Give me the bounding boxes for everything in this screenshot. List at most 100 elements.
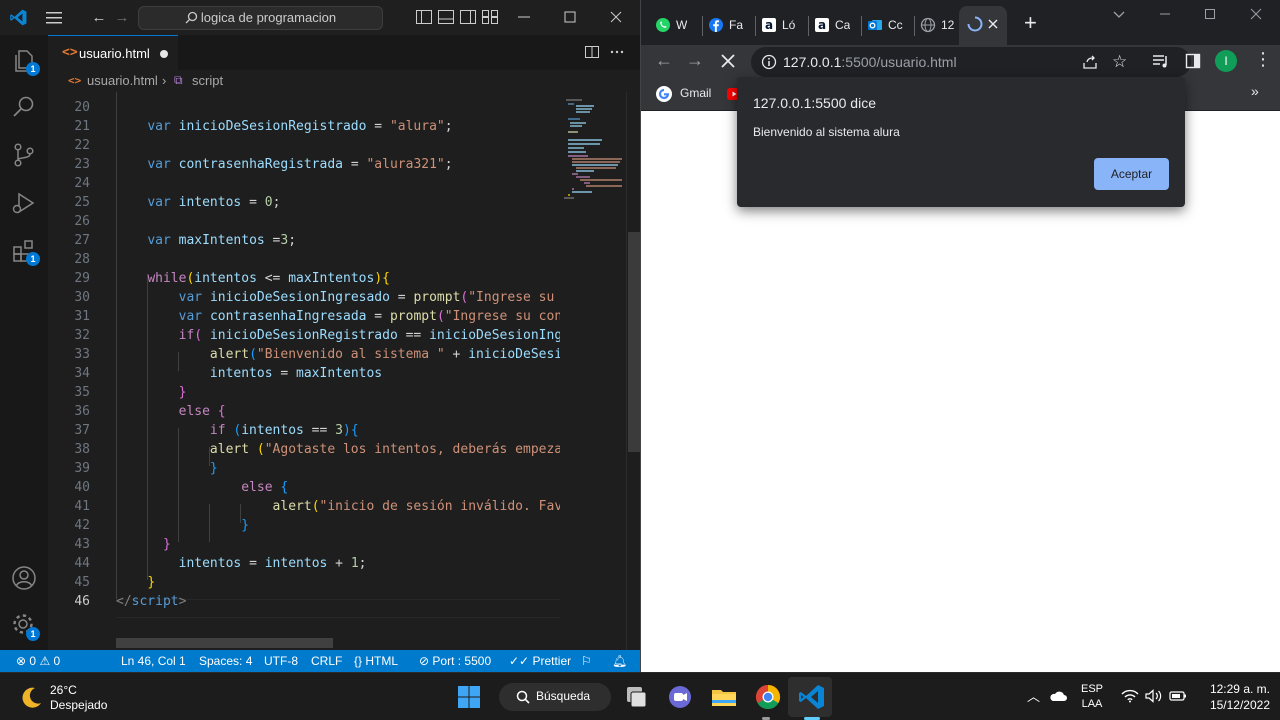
language-mode[interactable]: {} HTML	[354, 654, 398, 668]
problems-indicator[interactable]: ⊗ 0 ⚠ 0	[16, 654, 60, 668]
vertical-scrollbar[interactable]	[626, 92, 640, 650]
code-line[interactable]: 30 var inicioDeSesionIngresado = prompt(…	[48, 288, 570, 307]
code-line[interactable]: 36 else {	[48, 402, 560, 421]
code-line[interactable]: 35 }	[48, 383, 560, 402]
code-line[interactable]: 23 var contrasenhaRegistrada = "alura321…	[48, 155, 560, 174]
run-debug-icon[interactable]	[10, 189, 38, 217]
chrome-icon[interactable]	[752, 681, 784, 713]
chrome-menu-icon[interactable]: ⋮	[1254, 49, 1272, 69]
cursor-position[interactable]: Ln 46, Col 1	[121, 654, 186, 668]
code-line[interactable]: 25 var intentos = 0;	[48, 193, 560, 212]
code-line[interactable]: 32 if( inicioDeSesionRegistrado == inici…	[48, 326, 570, 345]
teams-chat-icon[interactable]	[664, 681, 696, 713]
input-language[interactable]: ESP LAA	[1081, 683, 1103, 710]
site-info-icon[interactable]	[761, 54, 777, 70]
back-arrow-icon[interactable]: ←	[655, 50, 673, 71]
active-chrome-tab[interactable]	[959, 6, 1007, 45]
battery-icon[interactable]	[1169, 690, 1187, 702]
code-line[interactable]: 37 if (intentos == 3){	[48, 421, 560, 440]
source-control-icon[interactable]	[10, 141, 38, 169]
code-line[interactable]: 31 var contrasenhaIngresada = prompt("In…	[48, 307, 570, 326]
hamburger-menu-icon[interactable]	[45, 11, 63, 25]
bookmark-star-icon[interactable]: ☆	[1112, 52, 1127, 72]
volume-icon[interactable]	[1145, 689, 1163, 703]
back-arrow-icon[interactable]: ←	[90, 9, 108, 27]
code-line[interactable]: 27 var maxIntentos =3;	[48, 231, 560, 250]
forward-arrow-icon[interactable]: →	[113, 9, 131, 27]
code-line[interactable]: 22	[48, 136, 560, 155]
code-line[interactable]: 20	[48, 98, 560, 117]
code-line[interactable]: 41 alert("inicio de sesión inválido. Fav…	[48, 497, 570, 516]
stop-loading-icon[interactable]	[721, 54, 735, 68]
code-line[interactable]: 44 intentos = intentos + 1;	[48, 554, 560, 573]
code-editor[interactable]: 20 21 var inicioDeSesionRegistrado = "alu…	[48, 92, 640, 650]
close-icon[interactable]	[608, 9, 624, 25]
close-icon[interactable]	[1250, 8, 1262, 20]
profile-avatar[interactable]: I	[1215, 50, 1237, 72]
media-controls-icon[interactable]	[1152, 53, 1170, 69]
toggle-secondary-sidebar-icon[interactable]	[460, 10, 476, 24]
taskbar-search[interactable]: Búsqueda	[499, 683, 611, 711]
onedrive-cloud-icon[interactable]	[1049, 690, 1067, 702]
code-line[interactable]: 21 var inicioDeSesionRegistrado = "alura…	[48, 117, 560, 136]
chrome-tab[interactable]: 12	[920, 8, 964, 45]
show-hidden-icons-chevron-icon[interactable]: ︿	[1027, 686, 1040, 705]
maximize-icon[interactable]	[1204, 8, 1216, 20]
code-line[interactable]: 29 while(intentos <= maxIntentos){	[48, 269, 560, 288]
code-line[interactable]: 42 }	[48, 516, 560, 535]
share-icon[interactable]	[1082, 54, 1098, 70]
code-line[interactable]: 28	[48, 250, 560, 269]
toggle-panel-icon[interactable]	[438, 10, 454, 24]
code-line[interactable]: 43 }	[48, 535, 560, 554]
minimap[interactable]	[560, 92, 626, 650]
minimize-icon[interactable]	[1158, 9, 1172, 19]
code-line[interactable]: 46 </script>	[48, 592, 560, 611]
command-center-search[interactable]: logica de programacion	[138, 6, 383, 30]
system-clock[interactable]: 12:29 a. m. 15/12/2022	[1196, 682, 1270, 712]
chrome-tab[interactable]: W	[655, 8, 699, 45]
chrome-tab[interactable]: a Ca	[814, 8, 858, 45]
maximize-icon[interactable]	[562, 9, 578, 25]
code-line[interactable]: 26	[48, 212, 560, 231]
code-line[interactable]: 24	[48, 174, 560, 193]
horizontal-scrollbar[interactable]	[116, 638, 333, 648]
wifi-icon[interactable]	[1121, 689, 1139, 703]
eol-setting[interactable]: CRLF	[311, 654, 342, 668]
scrollbar-thumb[interactable]	[628, 232, 640, 452]
more-actions-icon[interactable]	[609, 44, 625, 60]
breadcrumb-file[interactable]: usuario.html	[87, 73, 158, 88]
encoding-setting[interactable]: UTF-8	[264, 654, 298, 668]
minimize-icon[interactable]	[516, 9, 532, 25]
tab-usuario-html[interactable]: <> usuario.html	[48, 35, 178, 70]
more-bookmarks-chevron-icon[interactable]: »	[1251, 83, 1259, 99]
feedback-icon[interactable]: ⚐	[581, 654, 592, 668]
windows-start-icon[interactable]	[453, 681, 485, 713]
code-line[interactable]: 39 }	[48, 459, 560, 478]
customize-layout-icon[interactable]	[482, 10, 498, 24]
task-view-icon[interactable]	[620, 681, 652, 713]
vscode-taskbar-icon[interactable]	[796, 681, 828, 713]
toggle-sidebar-icon[interactable]	[416, 10, 432, 24]
address-bar[interactable]: 127.0.0.1:5500/usuario.html ☆	[751, 47, 1191, 77]
code-line[interactable]: 45 }	[48, 573, 560, 592]
indentation-setting[interactable]: Spaces: 4	[199, 654, 252, 668]
accounts-icon[interactable]	[10, 564, 38, 592]
code-line[interactable]: 40 else {	[48, 478, 560, 497]
side-panel-icon[interactable]	[1185, 53, 1201, 69]
chrome-tab[interactable]: a Ló	[761, 8, 805, 45]
notifications-bell-icon[interactable]: 🔔︎	[612, 654, 627, 668]
file-explorer-icon[interactable]	[708, 681, 740, 713]
split-editor-icon[interactable]	[584, 44, 600, 60]
accept-button[interactable]: Aceptar	[1094, 158, 1169, 190]
unsaved-dot-icon[interactable]	[160, 50, 168, 58]
forward-arrow-icon[interactable]: →	[686, 50, 704, 71]
live-server-port[interactable]: ⊘ Port : 5500	[419, 654, 491, 668]
search-icon[interactable]	[10, 93, 38, 121]
code-line[interactable]: 34 intentos = maxIntentos	[48, 364, 560, 383]
breadcrumb-symbol[interactable]: script	[192, 73, 223, 88]
prettier-status[interactable]: ✓✓ Prettier	[509, 654, 571, 668]
chrome-tab[interactable]: Fa	[708, 8, 752, 45]
tab-close-icon[interactable]	[988, 19, 998, 29]
chrome-tab[interactable]: Cc	[867, 8, 911, 45]
code-line[interactable]: 38 alert ("Agotaste los intentos, deberá…	[48, 440, 570, 459]
